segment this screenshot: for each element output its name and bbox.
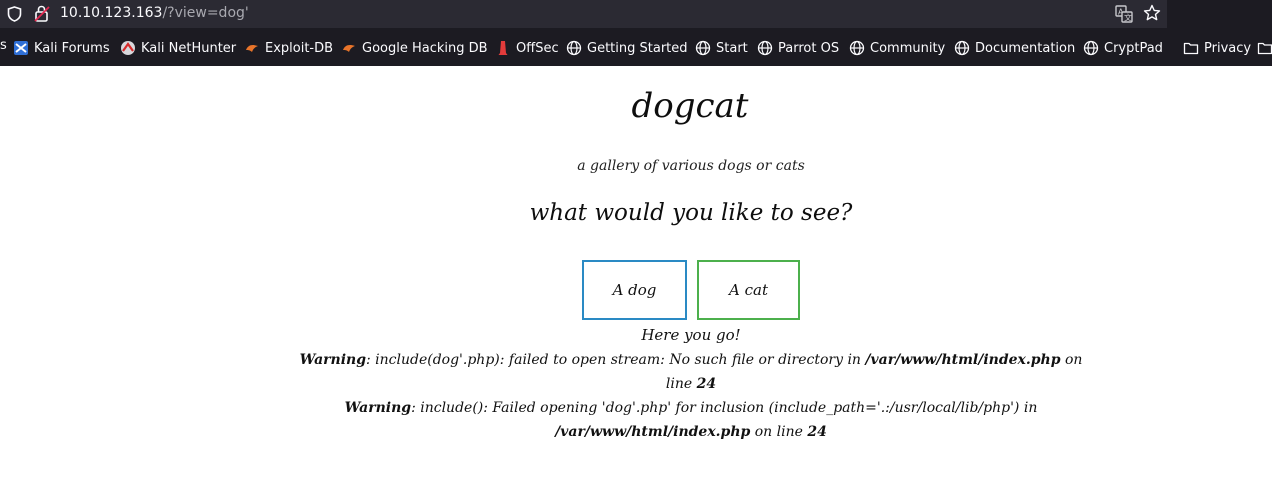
bookmark-label: Start xyxy=(716,40,748,56)
result-text: Here you go! xyxy=(641,326,741,344)
bookmark-exploit-db[interactable]: Exploit-DB xyxy=(244,39,333,57)
bookmark-fragment: s xyxy=(0,38,7,53)
warning-on-line: on line xyxy=(750,424,808,440)
globe-icon xyxy=(695,40,711,56)
google-hacking-db-icon xyxy=(343,45,355,52)
globe-icon xyxy=(954,40,970,56)
warning-message: : include(dog'.php): failed to open stre… xyxy=(365,352,866,368)
insecure-lock-icon[interactable] xyxy=(34,5,50,22)
bookmark-folder-partial[interactable] xyxy=(1257,39,1272,57)
shield-icon[interactable] xyxy=(7,6,22,22)
bookmark-label: OffSec xyxy=(516,40,559,56)
kali-forums-icon xyxy=(14,41,28,55)
bookmark-label: Kali Forums xyxy=(34,40,110,56)
warning-message: : include(): Failed opening 'dog'.php' f… xyxy=(411,400,1038,416)
url-bar[interactable]: 10.10.123.163/?view=dog' A 文 xyxy=(0,0,1167,28)
bookmark-start[interactable]: Start xyxy=(695,39,748,57)
svg-text:文: 文 xyxy=(1124,13,1132,23)
translate-icon[interactable]: A 文 xyxy=(1115,5,1133,23)
bookmark-label: Parrot OS xyxy=(778,40,840,56)
globe-icon xyxy=(849,40,865,56)
browser-toolbar: 10.10.123.163/?view=dog' A 文 xyxy=(0,0,1272,28)
page-content: dogcat a gallery of various dogs or cats… xyxy=(0,66,1272,487)
bookmark-label: Documentation xyxy=(975,40,1076,56)
bookmark-offsec[interactable]: OffSec xyxy=(495,39,559,57)
warning-label: Warning xyxy=(344,400,412,416)
bookmark-label: Privacy xyxy=(1204,40,1252,56)
globe-icon xyxy=(1083,40,1099,56)
bookmark-cryptpad[interactable]: CryptPad xyxy=(1083,39,1163,57)
bookmark-documentation[interactable]: Documentation xyxy=(954,39,1075,57)
php-warning-1: Warning: include(dog'.php): failed to op… xyxy=(290,348,1092,396)
globe-icon xyxy=(566,40,582,56)
bookmark-getting-started[interactable]: Getting Started xyxy=(566,39,688,57)
bookmark-label: Google Hacking DB xyxy=(362,40,488,56)
bookmark-parrot-os[interactable]: Parrot OS xyxy=(757,39,839,57)
warning-label: Warning xyxy=(299,352,366,368)
bookmark-star-icon[interactable] xyxy=(1143,4,1161,22)
bookmark-folder-privacy[interactable]: Privacy xyxy=(1183,39,1251,57)
url-host: 10.10.123.163 xyxy=(60,5,163,21)
bookmark-community[interactable]: Community xyxy=(849,39,945,57)
bookmark-label: CryptPad xyxy=(1104,40,1163,56)
exploit-db-icon xyxy=(246,45,258,52)
bookmarks-toolbar: s Kali Forums Kali NetHunter Exploit-DB … xyxy=(0,28,1272,66)
kali-nethunter-icon xyxy=(121,41,135,55)
bookmark-kali-nethunter[interactable]: Kali NetHunter xyxy=(120,39,236,57)
cat-button[interactable]: A cat xyxy=(697,260,800,320)
page-question: what would you like to see? xyxy=(529,200,853,226)
folder-icon xyxy=(1257,42,1272,55)
warning-line-number: 24 xyxy=(696,376,717,392)
bookmark-google-hacking-db[interactable]: Google Hacking DB xyxy=(341,39,488,57)
offsec-icon xyxy=(498,41,508,55)
url-text[interactable]: 10.10.123.163/?view=dog' xyxy=(60,4,249,22)
page-subtitle: a gallery of various dogs or cats xyxy=(577,158,805,174)
php-warning-2: Warning: include(): Failed opening 'dog'… xyxy=(290,396,1092,444)
warning-path: /var/www/html/index.php xyxy=(865,352,1061,368)
bookmark-label: Getting Started xyxy=(587,40,688,56)
warning-path: /var/www/html/index.php xyxy=(555,424,751,440)
page-title: dogcat xyxy=(631,86,749,126)
globe-icon xyxy=(757,40,773,56)
bookmark-kali-forums[interactable]: Kali Forums xyxy=(13,39,110,57)
bookmark-label: Community xyxy=(870,40,946,56)
bookmark-label: Exploit-DB xyxy=(265,40,334,56)
dog-button[interactable]: A dog xyxy=(582,260,687,320)
url-path: /?view=dog' xyxy=(162,5,249,21)
bookmark-label: Kali NetHunter xyxy=(141,40,237,56)
warning-line-number: 24 xyxy=(807,424,827,440)
folder-icon xyxy=(1183,42,1199,55)
